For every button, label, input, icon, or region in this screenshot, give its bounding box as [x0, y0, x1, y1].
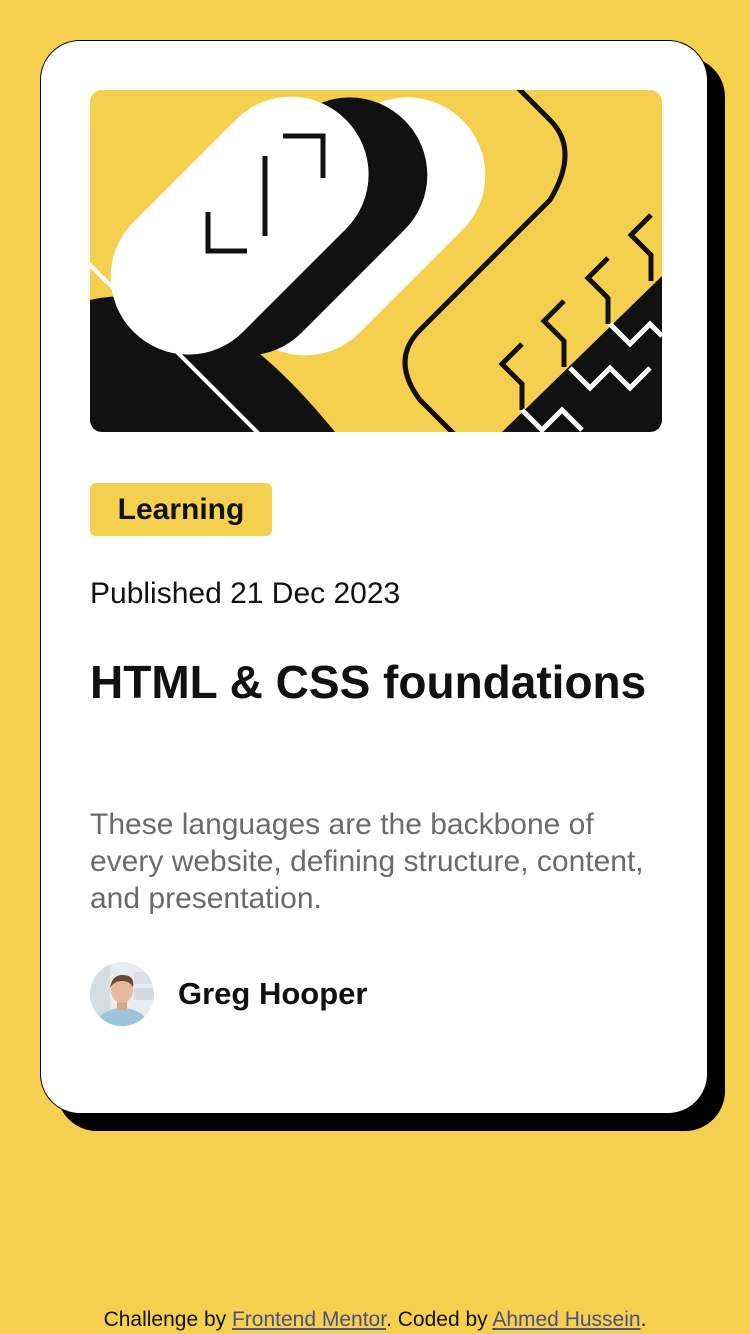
frontend-mentor-link[interactable]: Frontend Mentor [232, 1308, 386, 1331]
author-name: Greg Hooper [178, 976, 368, 1011]
category-tag: Learning [90, 483, 272, 536]
blog-preview-card: Learning Published 21 Dec 2023 HTML & CS… [40, 40, 708, 1114]
attribution-prefix: Challenge by [103, 1308, 232, 1331]
attribution-footer: Challenge by Frontend Mentor. Coded by A… [0, 1308, 750, 1332]
card-description: These languages are the backbone of ever… [90, 808, 644, 915]
attribution-middle: . Coded by [386, 1308, 493, 1331]
blog-illustration [90, 90, 662, 432]
author-link[interactable]: Ahmed Hussein [492, 1308, 640, 1331]
attribution-suffix: . [640, 1308, 647, 1331]
published-date: Published 21 Dec 2023 [90, 577, 401, 610]
avatar [90, 962, 154, 1026]
card-title[interactable]: HTML & CSS foundations [90, 655, 650, 709]
author-row: Greg Hooper [90, 962, 367, 1026]
